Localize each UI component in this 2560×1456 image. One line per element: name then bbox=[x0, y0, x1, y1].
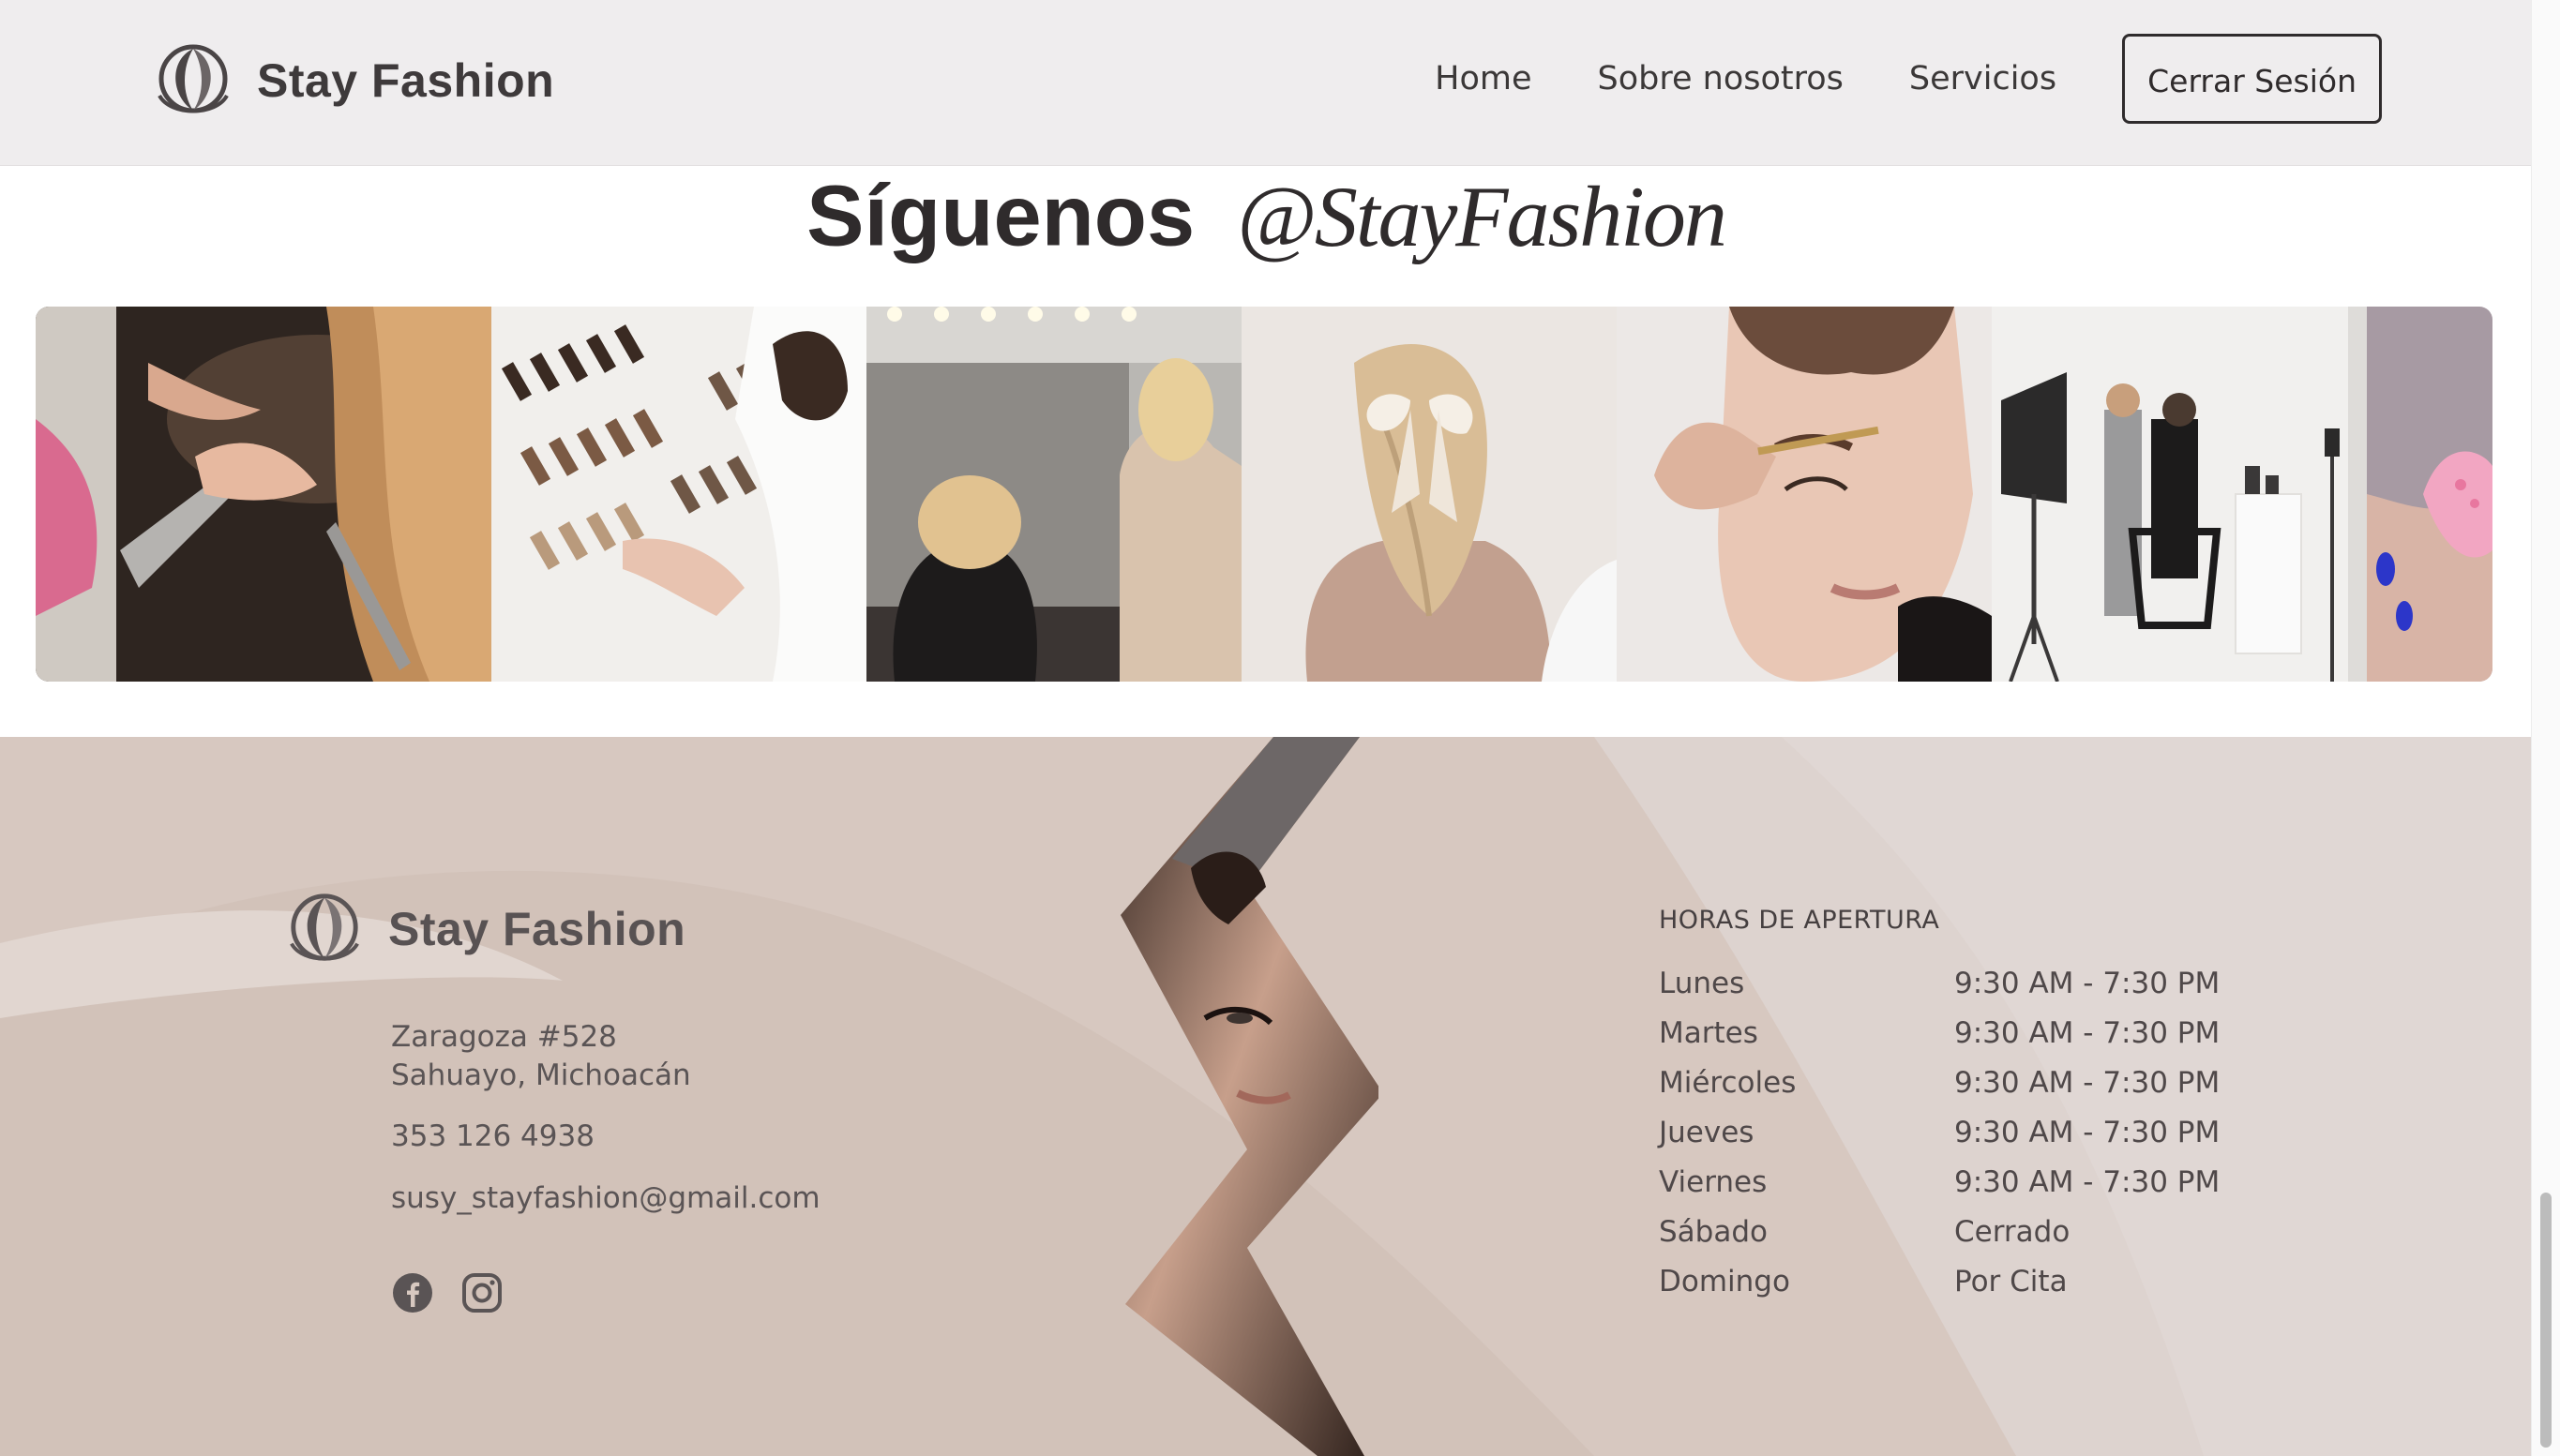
logo-icon bbox=[290, 893, 359, 961]
follow-handle[interactable]: @StayFashion bbox=[1237, 169, 1727, 264]
footer-brand-name: Stay Fashion bbox=[388, 903, 686, 955]
hours-day: Domingo bbox=[1659, 1265, 1790, 1298]
footer-brand[interactable]: Stay Fashion bbox=[281, 891, 685, 968]
instagram-gallery bbox=[36, 307, 2492, 682]
hours-time: 9:30 AM - 7:30 PM bbox=[1954, 1165, 2221, 1199]
hours-time: 9:30 AM - 7:30 PM bbox=[1954, 1116, 2221, 1149]
nav-services-link[interactable]: Servicios bbox=[1909, 60, 2056, 98]
gallery-image-haircut[interactable] bbox=[36, 307, 491, 682]
hours-row: Lunes 9:30 AM - 7:30 PM bbox=[1659, 967, 2220, 1016]
main-nav: Home Sobre nosotros Servicios Cerrar Ses… bbox=[1369, 34, 2382, 124]
scrollbar-thumb[interactable] bbox=[2540, 1193, 2552, 1448]
gallery-image-swatches[interactable] bbox=[491, 307, 866, 682]
logo-icon bbox=[158, 44, 229, 113]
facebook-icon[interactable] bbox=[391, 1271, 434, 1314]
footer: Stay Fashion Zaragoza #528 Sahuayo, Mich… bbox=[0, 737, 2532, 1456]
brand[interactable]: Stay Fashion bbox=[150, 41, 554, 120]
hours-row: Domingo Por Cita bbox=[1659, 1265, 2220, 1314]
gallery-image-nails[interactable] bbox=[2367, 307, 2492, 682]
hours-title: HORAS DE APERTURA bbox=[1659, 906, 1940, 935]
hours-row: Martes 9:30 AM - 7:30 PM bbox=[1659, 1016, 2220, 1066]
hours-row: Sábado Cerrado bbox=[1659, 1215, 2220, 1265]
nav-home-link[interactable]: Home bbox=[1435, 60, 1531, 98]
hours-time: Cerrado bbox=[1954, 1215, 2071, 1249]
hours-row: Jueves 9:30 AM - 7:30 PM bbox=[1659, 1116, 2220, 1165]
social-links bbox=[391, 1271, 530, 1314]
opening-hours: HORAS DE APERTURA Lunes 9:30 AM - 7:30 P… bbox=[1659, 906, 2220, 1314]
follow-title: Síguenos bbox=[806, 168, 1196, 264]
hours-day: Viernes bbox=[1659, 1165, 1768, 1199]
hours-day: Jueves bbox=[1659, 1116, 1754, 1149]
phone-number[interactable]: 353 126 4938 bbox=[391, 1119, 595, 1153]
instagram-icon[interactable] bbox=[460, 1271, 504, 1314]
hours-row: Miércoles 9:30 AM - 7:30 PM bbox=[1659, 1066, 2220, 1116]
hours-time: 9:30 AM - 7:30 PM bbox=[1954, 1016, 2221, 1050]
logout-button[interactable]: Cerrar Sesión bbox=[2122, 34, 2382, 124]
gallery-image-salon[interactable] bbox=[866, 307, 1242, 682]
address-line-1: Zaragoza #528 bbox=[391, 1020, 617, 1054]
email-link[interactable]: susy_stayfashion@gmail.com bbox=[391, 1181, 821, 1215]
gallery-image-eyebrow[interactable] bbox=[1617, 307, 1992, 682]
hours-day: Martes bbox=[1659, 1016, 1758, 1050]
follow-heading: Síguenos @StayFashion bbox=[0, 167, 2532, 266]
address-line-2: Sahuayo, Michoacán bbox=[391, 1058, 691, 1092]
decorative-face-image bbox=[1121, 737, 1378, 1456]
page-scrollbar[interactable] bbox=[2531, 0, 2560, 1456]
hours-day: Sábado bbox=[1659, 1215, 1768, 1249]
hours-row: Viernes 9:30 AM - 7:30 PM bbox=[1659, 1165, 2220, 1215]
hours-time: 9:30 AM - 7:30 PM bbox=[1954, 1066, 2221, 1100]
brand-name: Stay Fashion bbox=[257, 54, 555, 107]
top-navbar: Stay Fashion Home Sobre nosotros Servici… bbox=[0, 0, 2532, 166]
hours-day: Miércoles bbox=[1659, 1066, 1797, 1100]
gallery-image-studio[interactable] bbox=[1992, 307, 2367, 682]
hours-time: 9:30 AM - 7:30 PM bbox=[1954, 967, 2221, 1000]
gallery-image-hair-bow[interactable] bbox=[1242, 307, 1617, 682]
hours-day: Lunes bbox=[1659, 967, 1745, 1000]
nav-about-link[interactable]: Sobre nosotros bbox=[1598, 60, 1844, 98]
hours-time: Por Cita bbox=[1954, 1265, 2068, 1298]
